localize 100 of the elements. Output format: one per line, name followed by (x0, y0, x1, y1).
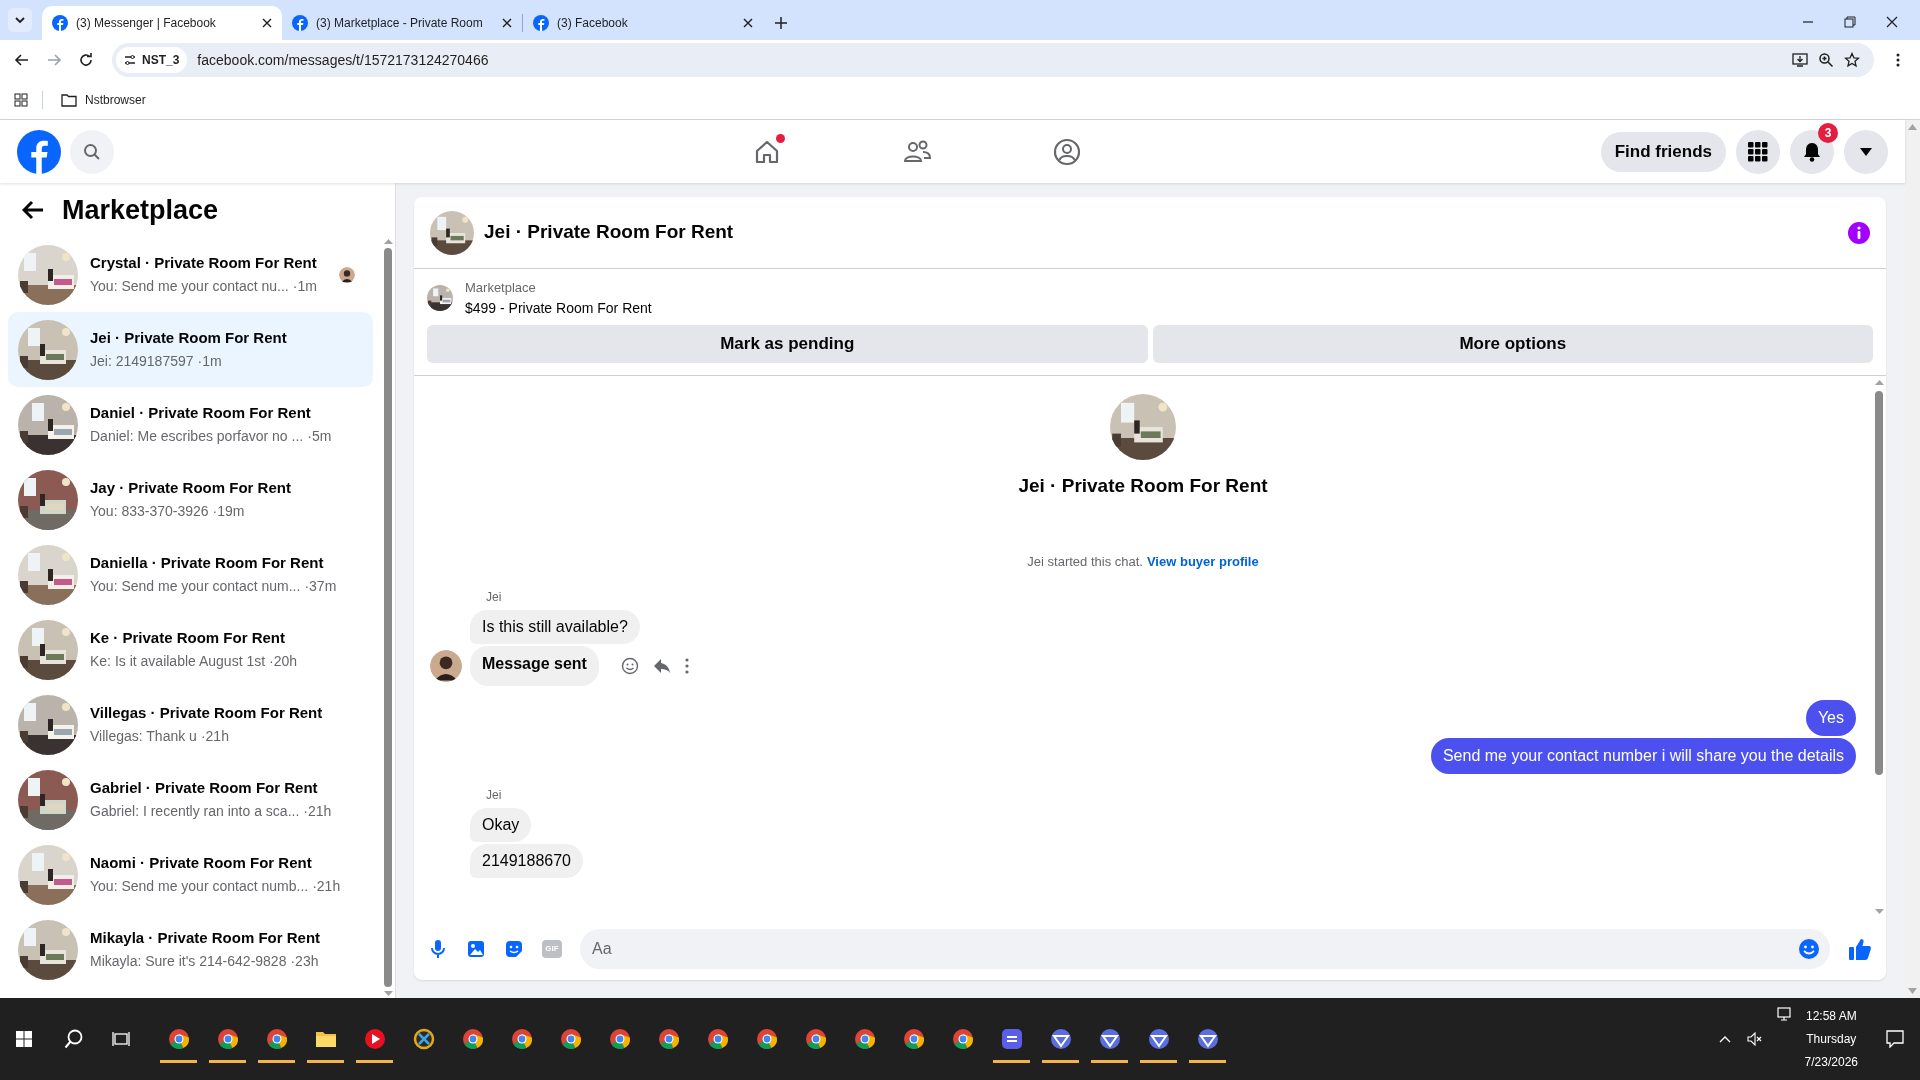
network-icon[interactable] (1776, 1007, 1793, 1021)
tune-icon (124, 54, 136, 66)
browser-tab[interactable]: (3) Facebook (523, 6, 763, 40)
sync-icon (999, 1027, 1024, 1051)
facebook-logo-icon[interactable] (17, 129, 61, 174)
message-preview: Ke: Is it available August 1st (90, 651, 266, 671)
message-bubble: Send me your contact number i will share you the details (1430, 737, 1856, 774)
facebook-icon (52, 15, 68, 31)
search-icon[interactable] (64, 1029, 84, 1049)
thumbs-up-icon[interactable] (1848, 937, 1872, 961)
back-arrow-icon[interactable] (22, 200, 44, 220)
new-tab-icon[interactable] (775, 17, 787, 29)
message-bubble: Message sent (470, 645, 599, 686)
close-icon[interactable] (262, 18, 272, 28)
bookmark-folder[interactable]: Nstbrowser (57, 90, 150, 109)
close-icon[interactable] (1886, 16, 1898, 28)
tab-list-button[interactable] (8, 8, 32, 32)
conversation-title: Mikayla · Private Room For Rent (90, 927, 322, 948)
message-time: ·1m (197, 351, 222, 371)
more-icon[interactable] (1896, 53, 1900, 67)
conversation-title: Daniel · Private Room For Rent (90, 402, 312, 423)
notifications-button[interactable] (1790, 129, 1834, 174)
intro-name: Jei · Private Room For Rent (1018, 473, 1268, 498)
menu-button[interactable] (1736, 129, 1780, 174)
sticker-icon[interactable] (504, 939, 524, 959)
sender-name: Jei (486, 588, 503, 606)
reload-icon[interactable] (78, 52, 94, 68)
message-preview: You: Send me your contact nu... (90, 276, 289, 296)
image-icon[interactable] (466, 939, 486, 959)
mic-icon[interactable] (428, 939, 448, 959)
message-preview: Daniel: Me escribes porfavor no ... (90, 426, 304, 446)
notification-center-icon[interactable] (1886, 1030, 1904, 1048)
listing-title[interactable]: $499 - Private Room For Rent (465, 297, 652, 319)
site-info-chip[interactable]: NST_3 (116, 47, 188, 73)
clock-date[interactable]: 7/23/2026 (1804, 1053, 1858, 1071)
message-preview: You: 833-370-3926 (90, 501, 209, 521)
listing-label: Marketplace (465, 279, 537, 297)
conversation-title: Gabriel · Private Room For Rent (90, 777, 319, 798)
back-icon[interactable] (14, 52, 30, 68)
start-icon[interactable] (16, 1031, 32, 1047)
message-time: ·20h (269, 651, 298, 671)
chat-started-note: Jei started this chat. (1027, 553, 1143, 571)
chat-title: Jei · Private Room For Rent (484, 220, 735, 245)
action-button[interactable]: More options (1152, 324, 1873, 363)
install-app-icon[interactable] (1792, 52, 1808, 68)
browser-tab[interactable]: (3) Messenger | Facebook (42, 6, 282, 40)
caret-down-icon (1860, 147, 1872, 156)
browser-tab[interactable]: (3) Marketplace - Private Room (282, 6, 522, 40)
address-bar[interactable]: NST_3 facebook.com/messages/t/1572173124270466 (112, 43, 1874, 77)
search-icon (83, 142, 101, 161)
facebook-icon (292, 15, 308, 31)
message-input[interactable]: Aa (580, 929, 1830, 969)
chevron-up-icon[interactable] (1718, 1035, 1731, 1043)
clock-time[interactable]: 12:58 AM (1805, 1007, 1857, 1025)
muted-speaker-icon[interactable] (1746, 1032, 1763, 1046)
restore-icon[interactable] (1844, 16, 1856, 28)
emoji-icon[interactable] (620, 656, 639, 675)
clock-day[interactable]: Thursday (1806, 1030, 1857, 1048)
groups-icon (1053, 137, 1082, 166)
forward-icon[interactable] (46, 52, 62, 68)
account-button[interactable] (1844, 129, 1888, 174)
message-time: ·21h (200, 726, 229, 746)
conversation-title: Daniella · Private Room For Rent (90, 552, 325, 573)
folder-icon (61, 92, 77, 107)
bell-icon (1802, 141, 1822, 162)
tab-title: (3) Facebook (557, 15, 629, 32)
conversation-item[interactable]: Jei · Private Room For Rent Jei: 2149187597 ·1m (8, 312, 373, 387)
message-bubble: Yes (1805, 699, 1856, 736)
menu-grid-icon (1748, 141, 1768, 162)
task-view-icon[interactable] (112, 1030, 130, 1048)
scrollbar-thumb[interactable] (1875, 390, 1883, 775)
sidebar-title: Marketplace (62, 193, 219, 227)
scrollbar-thumb[interactable] (384, 248, 392, 987)
message-preview: Mikayla: Sure it's 214-642-9828 (90, 951, 287, 971)
chevron-down-icon (14, 14, 26, 26)
close-icon[interactable] (502, 18, 512, 28)
tab-title: (3) Messenger | Facebook (76, 15, 217, 32)
close-icon[interactable] (743, 18, 753, 28)
conversation-title: Ke · Private Room For Rent (90, 627, 287, 648)
conversation-title: Villegas · Private Room For Rent (90, 702, 324, 723)
apps-grid-icon[interactable] (14, 92, 28, 107)
sender-name: Jei (486, 786, 503, 804)
message-preview: You: Send me your contact numb... (90, 876, 309, 896)
message-time: ·23h (290, 951, 319, 971)
conversation-title: Crystal · Private Room For Rent (90, 252, 318, 273)
search-button[interactable] (70, 129, 114, 174)
message-bubble: Is this still available? (470, 609, 640, 644)
emoji-icon[interactable] (1798, 938, 1820, 960)
message-time: ·21h (303, 801, 332, 821)
action-button[interactable]: Mark as pending (427, 324, 1148, 363)
avatar-icon (430, 649, 462, 682)
message-preview: Villegas: Thank u (90, 726, 197, 746)
info-icon[interactable] (1848, 221, 1870, 244)
zoom-icon[interactable] (1818, 52, 1834, 68)
find-friends-button[interactable]: Find friends (1600, 131, 1726, 172)
conversation-title: Naomi · Private Room For Rent (90, 852, 313, 873)
message-time: ·19m (212, 501, 245, 521)
message-time: ·37m (304, 576, 337, 596)
buyer-profile-link[interactable]: View buyer profile (1146, 552, 1259, 572)
star-icon[interactable] (1844, 52, 1860, 68)
